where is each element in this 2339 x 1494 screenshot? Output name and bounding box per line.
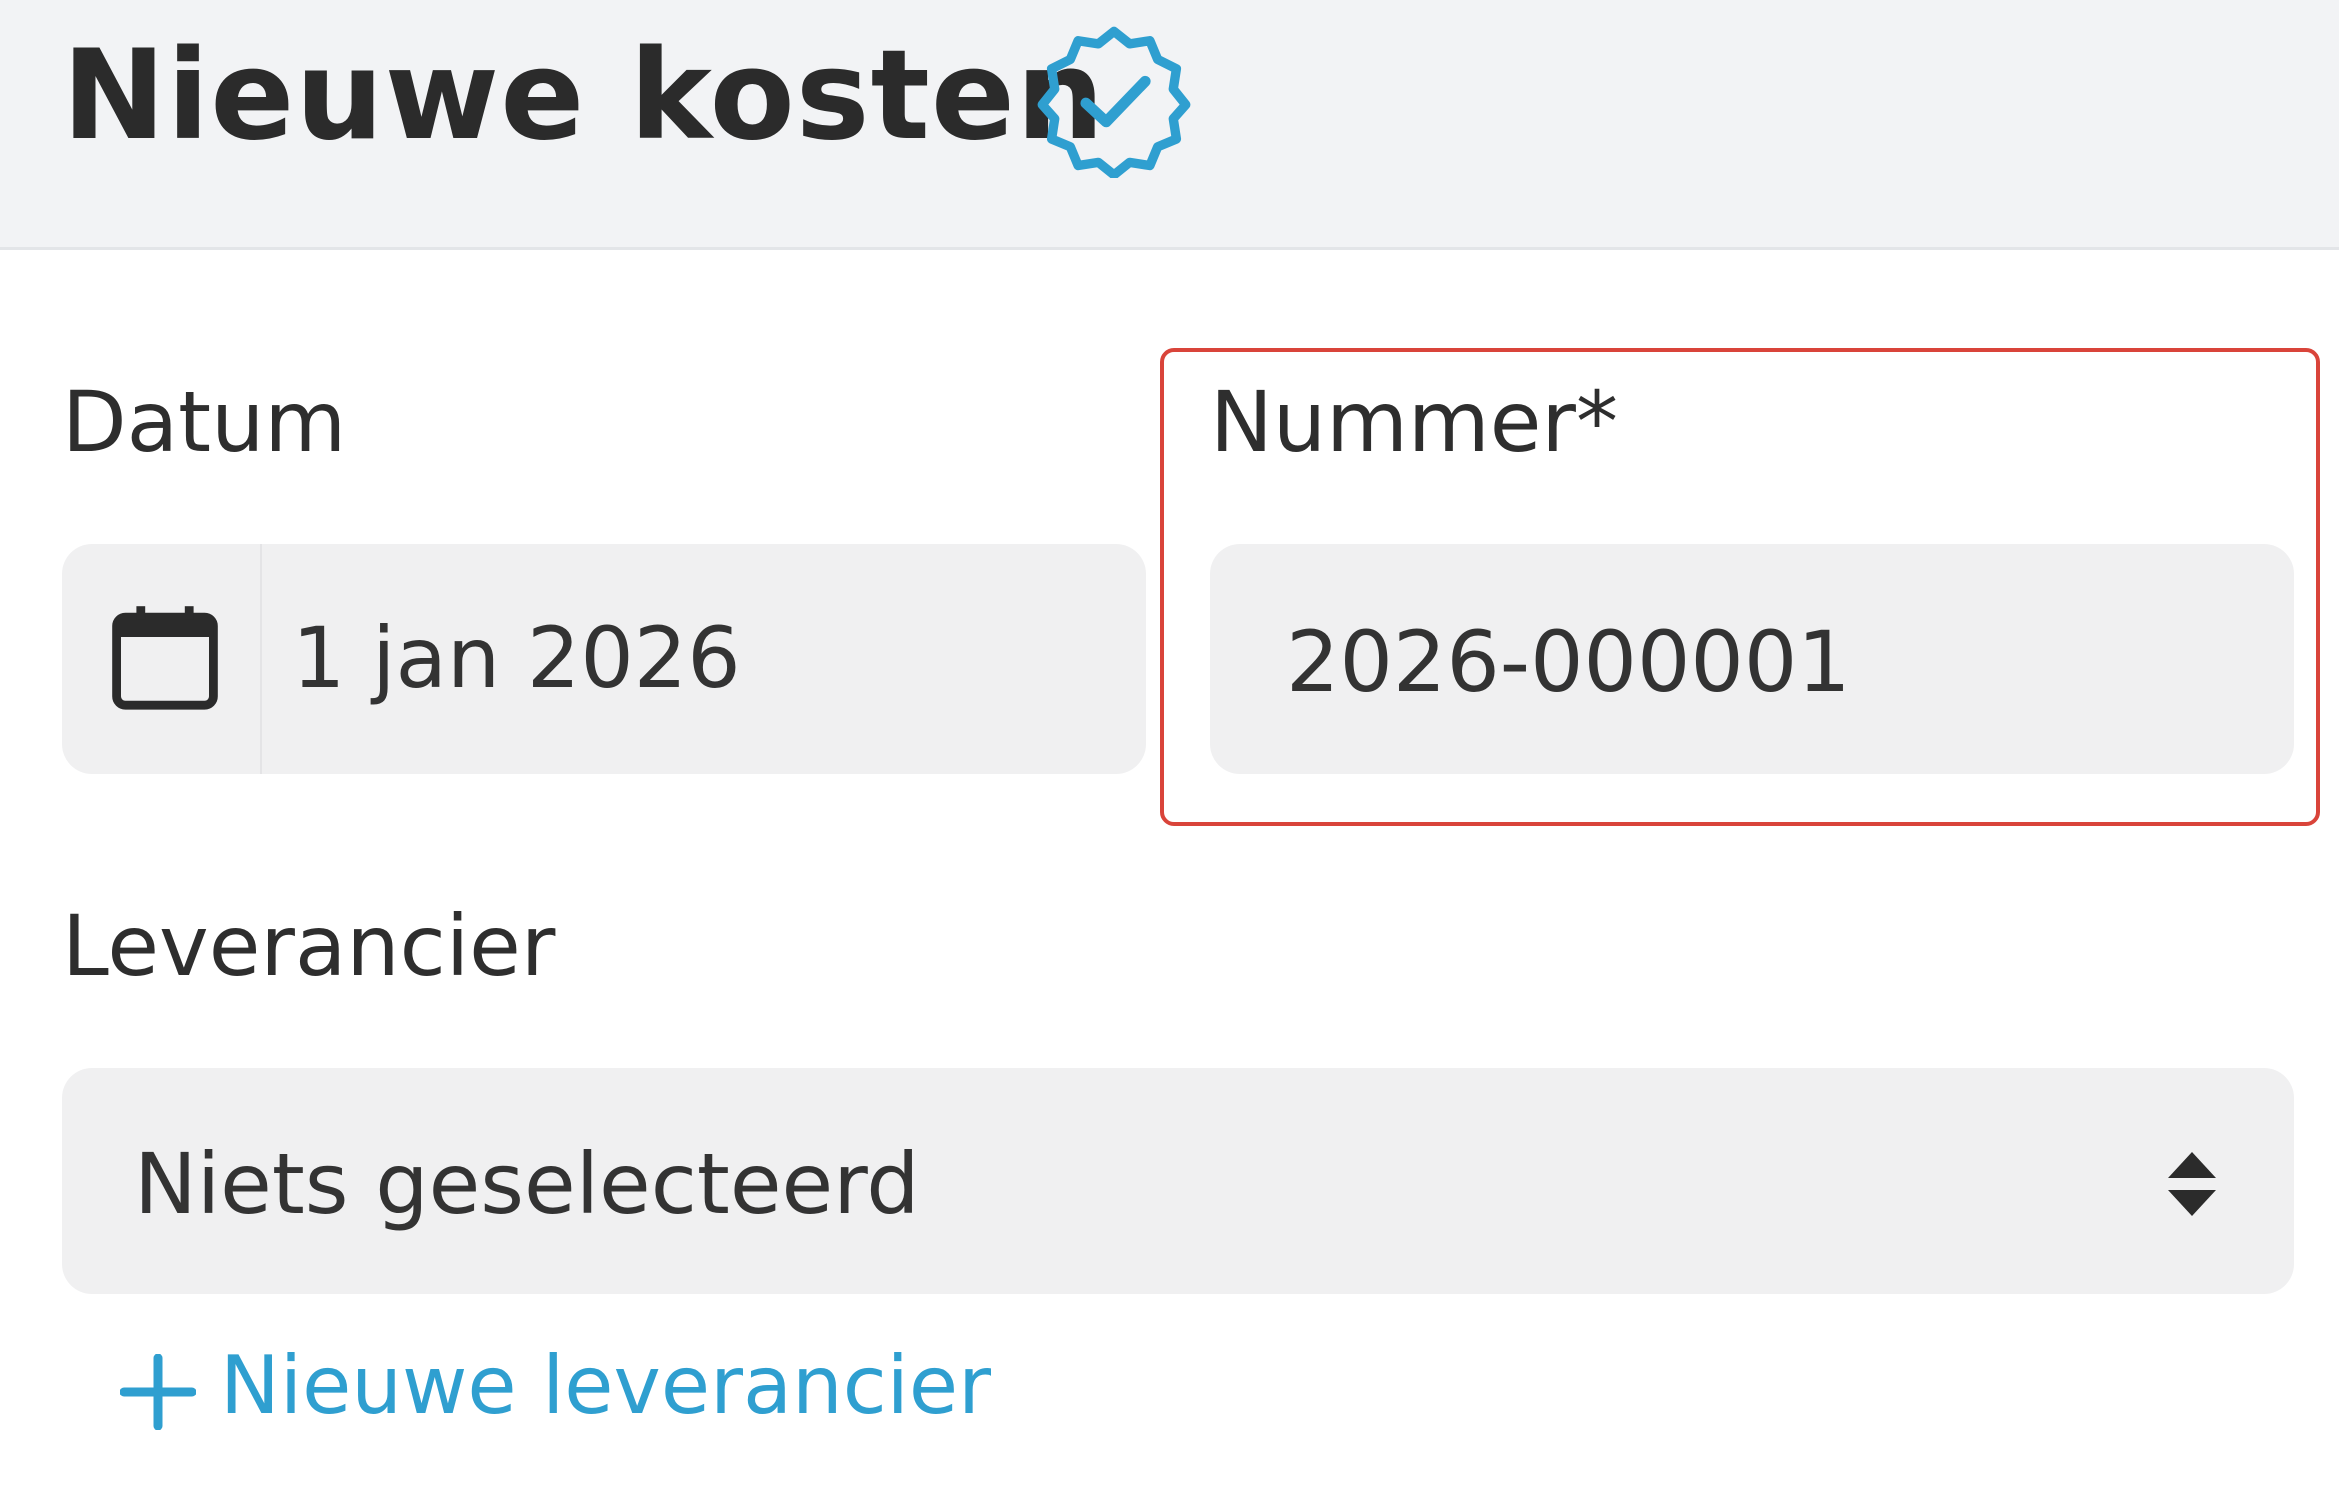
- supplier-selected-value: Niets geselecteerd: [134, 1135, 920, 1233]
- supplier-label: Leverancier: [62, 897, 556, 995]
- date-field[interactable]: 1 jan 2026: [62, 544, 1146, 774]
- date-value: 1 jan 2026: [292, 609, 741, 707]
- plus-icon: [120, 1354, 196, 1430]
- verified-badge-icon: [1037, 26, 1191, 178]
- date-label: Datum: [62, 373, 347, 471]
- add-supplier-label: Nieuwe leverancier: [220, 1339, 992, 1432]
- supplier-select[interactable]: Niets geselecteerd: [62, 1068, 2294, 1294]
- page-title: Nieuwe kosten: [62, 24, 1106, 168]
- select-arrows-icon: [2168, 1152, 2216, 1216]
- date-picker-button[interactable]: [62, 544, 262, 774]
- page-header: Nieuwe kosten: [0, 0, 2339, 250]
- highlight-box: [1160, 348, 2320, 826]
- calendar-icon: [112, 606, 218, 710]
